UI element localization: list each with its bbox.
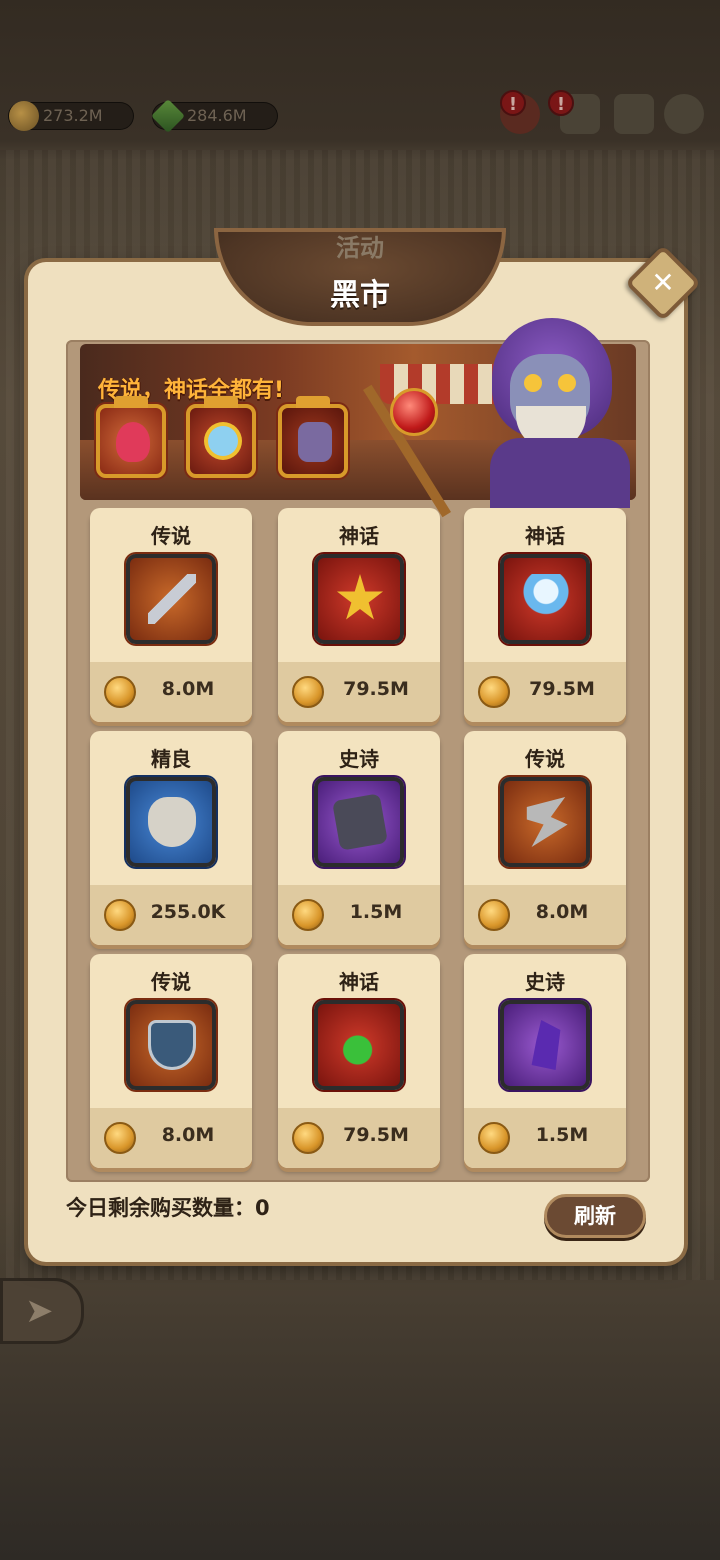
dark-relic-icon: [314, 777, 404, 867]
magic-wand-icon: [500, 554, 590, 644]
amulet-icon: [314, 1000, 404, 1090]
price-row: 79.5M: [464, 662, 626, 722]
arrow-right-icon: ➤: [25, 1291, 54, 1331]
shop-item-card[interactable]: 精良 255.0K: [90, 731, 252, 945]
item-price: 79.5M: [343, 1124, 409, 1146]
price-row: 8.0M: [90, 662, 252, 722]
gold-coin-icon: [478, 676, 510, 708]
mail-icon[interactable]: [614, 94, 654, 134]
shop-item-card[interactable]: 史诗 1.5M: [464, 954, 626, 1168]
item-price: 8.0M: [161, 678, 215, 700]
alert-badge-chat: !: [548, 90, 574, 116]
price-row: 1.5M: [278, 885, 440, 945]
gold-coin-icon: [104, 899, 136, 931]
gem-counter[interactable]: 284.6M: [151, 99, 278, 133]
star-icon: [314, 554, 404, 644]
refresh-button[interactable]: 刷新: [544, 1194, 646, 1238]
side-expand-button[interactable]: ➤: [0, 1278, 84, 1344]
item-rarity: 传说: [525, 747, 565, 771]
gold-counter[interactable]: 273.2M: [8, 101, 134, 131]
item-price: 1.5M: [349, 901, 403, 923]
item-price: 79.5M: [343, 678, 409, 700]
gold-coin-icon: [104, 1122, 136, 1154]
price-row: 79.5M: [278, 662, 440, 722]
shop-item-card[interactable]: 传说 8.0M: [464, 731, 626, 945]
item-rarity: 神话: [339, 970, 379, 994]
claw-blade-icon: [500, 777, 590, 867]
gold-coin-icon: [104, 676, 136, 708]
item-price: 79.5M: [529, 678, 595, 700]
item-rarity: 神话: [339, 524, 379, 548]
sword-icon: [126, 554, 216, 644]
gold-coin-icon: [292, 899, 324, 931]
item-rarity: 史诗: [525, 970, 565, 994]
crystal-pendant-icon: [500, 1000, 590, 1090]
item-rarity: 史诗: [339, 747, 379, 771]
item-rarity: 传说: [151, 970, 191, 994]
gear-icon[interactable]: [664, 94, 704, 134]
shop-item-card[interactable]: 传说 8.0M: [90, 508, 252, 722]
item-rarity: 传说: [151, 524, 191, 548]
item-price: 1.5M: [535, 1124, 589, 1146]
shop-item-card[interactable]: 传说 8.0M: [90, 954, 252, 1168]
gold-amount: 273.2M: [43, 106, 103, 125]
gold-coin-icon: [292, 676, 324, 708]
price-row: 1.5M: [464, 1108, 626, 1168]
gold-coin-icon: [478, 1122, 510, 1154]
item-price: 8.0M: [161, 1124, 215, 1146]
item-rarity: 精良: [151, 747, 191, 771]
banner-winged-orb-icon: [186, 396, 256, 478]
item-rarity: 神话: [525, 524, 565, 548]
gem-amount: 284.6M: [187, 106, 247, 125]
price-row: 8.0M: [464, 885, 626, 945]
modal-title: 黑市: [330, 278, 390, 313]
price-row: 79.5M: [278, 1108, 440, 1168]
merchant-character: [363, 318, 640, 518]
shield-icon: [126, 1000, 216, 1090]
shop-item-card[interactable]: 神话 79.5M: [278, 954, 440, 1168]
close-icon: ✕: [651, 266, 675, 299]
green-gem-icon: [151, 99, 185, 133]
top-bar: 273.2M 284.6M ! !: [0, 90, 720, 140]
gold-coin-icon: [292, 1122, 324, 1154]
shop-item-card[interactable]: 神话 79.5M: [278, 508, 440, 722]
shop-item-card[interactable]: 神话 79.5M: [464, 508, 626, 722]
shop-item-card[interactable]: 史诗 1.5M: [278, 731, 440, 945]
mask-icon: [126, 777, 216, 867]
alert-badge-chest: !: [500, 90, 526, 116]
price-row: 8.0M: [90, 1108, 252, 1168]
gold-coin-icon: [478, 899, 510, 931]
gold-coin-icon: [9, 101, 39, 131]
background-tab-label: 活动: [336, 234, 384, 262]
remaining-purchases-label: 今日剩余购买数量：0: [66, 1196, 270, 1220]
item-price: 255.0K: [150, 901, 226, 923]
price-row: 255.0K: [90, 885, 252, 945]
banner-heart-scepter-icon: [96, 396, 166, 478]
banner-armor-icon: [278, 396, 348, 478]
item-price: 8.0M: [535, 901, 589, 923]
